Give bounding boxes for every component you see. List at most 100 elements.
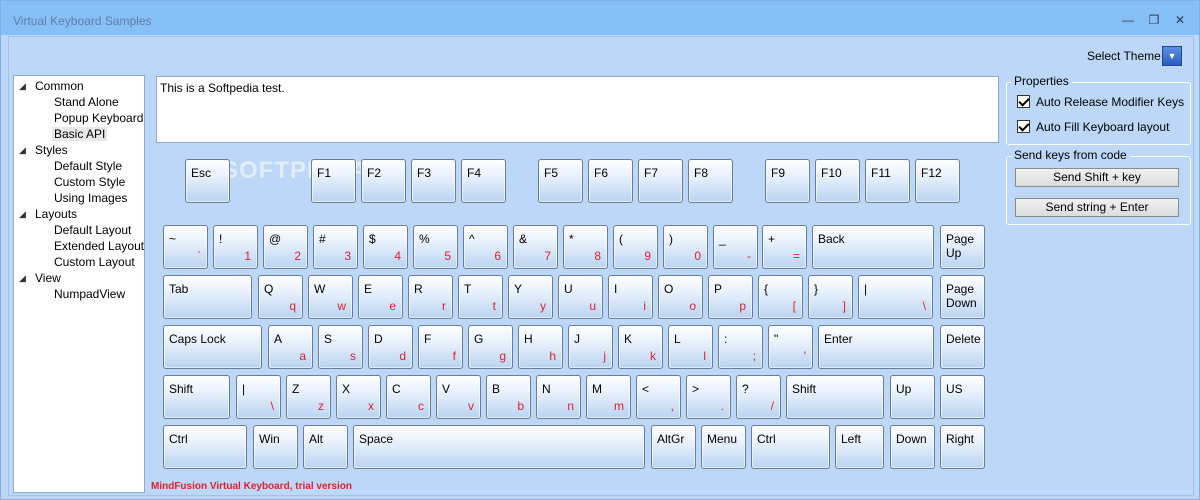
key-t[interactable]: Tt: [458, 275, 503, 319]
key-f8[interactable]: F8: [688, 159, 733, 203]
tree-item-default-style[interactable]: Default Style: [54, 159, 122, 173]
minimize-icon[interactable]: —: [1118, 11, 1138, 29]
expand-arrow-icon[interactable]: ◢: [19, 273, 26, 284]
key-page-down[interactable]: Page Down: [940, 275, 985, 319]
key-caps-lock[interactable]: Caps Lock: [163, 325, 262, 369]
key-win[interactable]: Win: [253, 425, 298, 469]
expand-arrow-icon[interactable]: ◢: [19, 145, 26, 156]
key-f1[interactable]: F1: [311, 159, 356, 203]
key-symbol[interactable]: * 8: [563, 225, 608, 269]
tree-item-custom-style[interactable]: Custom Style: [54, 175, 125, 189]
checkbox-checked-icon[interactable]: [1017, 120, 1030, 133]
key-f7[interactable]: F7: [638, 159, 683, 203]
key-v[interactable]: Vv: [436, 375, 481, 419]
tree-item-using-images[interactable]: Using Images: [54, 191, 127, 205]
tree-item-extended-layout[interactable]: Extended Layout: [54, 239, 144, 253]
key-z[interactable]: Zz: [286, 375, 331, 419]
key-r[interactable]: Rr: [408, 275, 453, 319]
key-symbol[interactable]: ~ `: [163, 225, 208, 269]
key-n[interactable]: Nn: [536, 375, 581, 419]
key-m[interactable]: Mm: [586, 375, 631, 419]
expand-arrow-icon[interactable]: ◢: [19, 209, 26, 220]
auto-fill-checkbox[interactable]: Auto Fill Keyboard layout: [1017, 120, 1169, 134]
tree-item-custom-layout[interactable]: Custom Layout: [54, 255, 135, 269]
key-e[interactable]: Ee: [358, 275, 403, 319]
key-f10[interactable]: F10: [815, 159, 860, 203]
title-bar[interactable]: Virtual Keyboard Samples — ❐ ✕: [1, 1, 1199, 35]
key-symbol[interactable]: >.: [686, 375, 731, 419]
key-u[interactable]: Uu: [558, 275, 603, 319]
key-symbol[interactable]: {[: [758, 275, 803, 319]
key-f9[interactable]: F9: [765, 159, 810, 203]
key-f3[interactable]: F3: [411, 159, 456, 203]
key-ctrl[interactable]: Ctrl: [751, 425, 830, 469]
key-f12[interactable]: F12: [915, 159, 960, 203]
key-c[interactable]: Cc: [386, 375, 431, 419]
tree-item-popup-keyboard[interactable]: Popup Keyboard: [54, 111, 143, 125]
close-icon[interactable]: ✕: [1170, 11, 1190, 29]
key-h[interactable]: Hh: [518, 325, 563, 369]
key-symbol[interactable]: & 7: [513, 225, 558, 269]
key-symbol[interactable]: | \: [858, 275, 933, 319]
key-f5[interactable]: F5: [538, 159, 583, 203]
key-enter[interactable]: Enter: [818, 325, 934, 369]
key-g[interactable]: Gg: [468, 325, 513, 369]
key-symbol[interactable]: :;: [718, 325, 763, 369]
tree-item-default-layout[interactable]: Default Layout: [54, 223, 131, 237]
key-f11[interactable]: F11: [865, 159, 910, 203]
key-delete[interactable]: Delete: [940, 325, 985, 369]
key-x[interactable]: Xx: [336, 375, 381, 419]
key-altgr[interactable]: AltGr: [651, 425, 696, 469]
key-down[interactable]: Down: [890, 425, 935, 469]
key-symbol[interactable]: @2: [263, 225, 308, 269]
key-l[interactable]: Ll: [668, 325, 713, 369]
key-symbol[interactable]: #3: [313, 225, 358, 269]
key-menu[interactable]: Menu: [701, 425, 746, 469]
key-o[interactable]: Oo: [658, 275, 703, 319]
key-f2[interactable]: F2: [361, 159, 406, 203]
theme-dropdown-button[interactable]: ▼: [1162, 46, 1182, 66]
key-symbol[interactable]: _ -: [713, 225, 758, 269]
send-shift-key-button[interactable]: Send Shift + key: [1015, 168, 1179, 187]
key-page-up[interactable]: Page Up: [940, 225, 985, 269]
key-symbol[interactable]: ) 0: [663, 225, 708, 269]
key-f6[interactable]: F6: [588, 159, 633, 203]
key-symbol[interactable]: ? /: [736, 375, 781, 419]
key-symbol[interactable]: <,: [636, 375, 681, 419]
key-symbol[interactable]: $4: [363, 225, 408, 269]
key-symbol[interactable]: + =: [762, 225, 807, 269]
key-back[interactable]: Back: [812, 225, 934, 269]
tree-group-common[interactable]: Common: [35, 79, 84, 93]
key-i[interactable]: Ii: [608, 275, 653, 319]
key-symbol[interactable]: ! 1: [213, 225, 258, 269]
checkbox-checked-icon[interactable]: [1017, 95, 1030, 108]
key-right[interactable]: Right: [940, 425, 985, 469]
auto-release-checkbox[interactable]: Auto Release Modifier Keys: [1017, 95, 1184, 109]
key-symbol[interactable]: | \: [236, 375, 281, 419]
key-f[interactable]: Ff: [418, 325, 463, 369]
key-b[interactable]: Bb: [486, 375, 531, 419]
key-esc[interactable]: Esc: [185, 159, 230, 203]
key-symbol[interactable]: }]: [808, 275, 853, 319]
key-symbol[interactable]: % 5: [413, 225, 458, 269]
key-symbol[interactable]: ^ 6: [463, 225, 508, 269]
tree-group-view[interactable]: View: [35, 271, 61, 285]
key-us[interactable]: US: [940, 375, 985, 419]
text-input[interactable]: This is a Softpedia test.: [156, 76, 999, 143]
key-w[interactable]: Ww: [308, 275, 353, 319]
key-p[interactable]: Pp: [708, 275, 753, 319]
key-s[interactable]: Ss: [318, 325, 363, 369]
key-symbol[interactable]: " ': [768, 325, 813, 369]
key-left[interactable]: Left: [835, 425, 884, 469]
key-k[interactable]: Kk: [618, 325, 663, 369]
key-symbol[interactable]: (9: [613, 225, 658, 269]
key-up[interactable]: Up: [890, 375, 935, 419]
key-shift[interactable]: Shift: [163, 375, 230, 419]
key-d[interactable]: Dd: [368, 325, 413, 369]
key-shift[interactable]: Shift: [786, 375, 884, 419]
send-string-enter-button[interactable]: Send string + Enter: [1015, 198, 1179, 217]
key-q[interactable]: Qq: [258, 275, 303, 319]
key-ctrl[interactable]: Ctrl: [163, 425, 247, 469]
key-a[interactable]: Aa: [268, 325, 313, 369]
maximize-icon[interactable]: ❐: [1144, 11, 1164, 29]
